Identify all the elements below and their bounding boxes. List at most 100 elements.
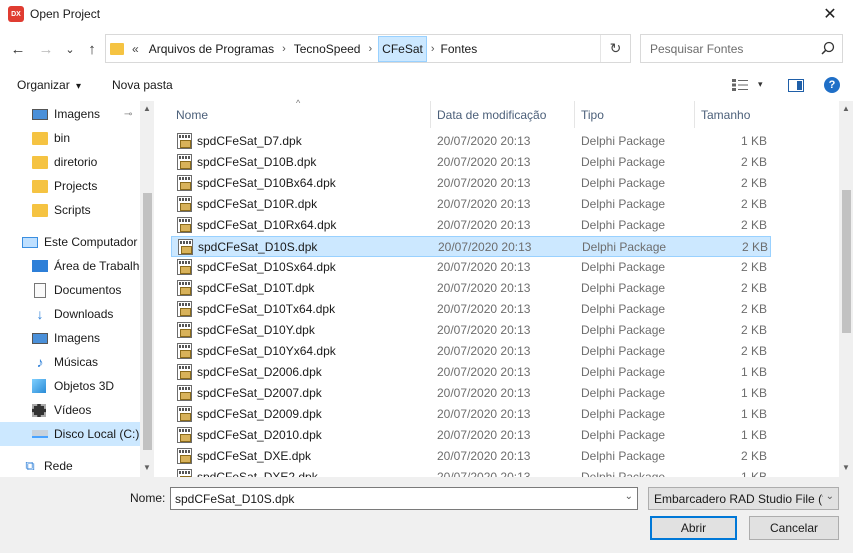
file-type: Delphi Package [581, 407, 666, 421]
sidebar-item-imagens-quick[interactable]: Imagens [32, 102, 100, 126]
file-size: 2 KB [740, 260, 767, 274]
file-type: Delphi Package [581, 323, 666, 337]
file-row[interactable]: spdCFeSat_D2010.dpk 20/07/2020 20:13 Delph… [171, 425, 771, 446]
address-bar[interactable]: « Arquivos de Programas › TecnoSpeed › C… [105, 34, 631, 63]
file-name: spdCFeSat_D10S.dpk [198, 240, 318, 254]
filetype-value: Embarcadero RAD Studio File (* [654, 491, 827, 506]
file-type: Delphi Package [581, 344, 666, 358]
file-row[interactable]: spdCFeSat_D10Rx64.dpk 20/07/2020 20:13 Del… [171, 215, 771, 236]
chevron-down-icon[interactable]: ⌄ [625, 491, 633, 502]
scroll-down-arrow-icon[interactable]: ▼ [143, 463, 151, 472]
help-icon[interactable]: ? [824, 77, 840, 93]
scroll-down-arrow-icon[interactable]: ▼ [842, 463, 850, 472]
open-button[interactable]: Abrir [650, 516, 737, 540]
filetype-select[interactable]: Embarcadero RAD Studio File (* ⌄ [648, 487, 839, 510]
recent-locations-icon[interactable]: ⌄ [61, 40, 79, 58]
breadcrumb-separator[interactable]: › [282, 43, 286, 55]
sidebar-item-documentos[interactable]: Documentos [32, 278, 121, 302]
sidebar-item-scripts[interactable]: Scripts [32, 198, 91, 222]
close-button[interactable]: ✕ [807, 0, 853, 28]
file-size: 2 KB [741, 240, 768, 254]
organize-button[interactable]: Organizar ▾ [17, 78, 81, 92]
file-type: Delphi Package [581, 260, 666, 274]
file-row[interactable]: spdCFeSat_D10Tx64.dpk 20/07/2020 20:13 Del… [171, 299, 771, 320]
sidebar-item-downloads[interactable]: ↓ Downloads [32, 302, 114, 326]
file-row[interactable]: spdCFeSat_D10Yx64.dpk 20/07/2020 20:13 Del… [171, 341, 771, 362]
filename-input[interactable]: spdCFeSat_D10S.dpk ⌄ [170, 487, 638, 510]
chevron-down-icon: ▾ [76, 81, 82, 92]
file-row[interactable]: spdCFeSat_D10Y.dpk 20/07/2020 20:13 Delphi… [171, 320, 771, 341]
file-row[interactable]: spdCFeSat_D2006.dpk 20/07/2020 20:13 Delph… [171, 362, 771, 383]
pin-icon[interactable]: ⊸ [124, 109, 132, 120]
file-date: 20/07/2020 20:13 [437, 470, 531, 477]
cancel-button[interactable]: Cancelar [749, 516, 839, 540]
breadcrumb-item[interactable]: TecnoSpeed [292, 38, 363, 60]
file-row[interactable]: spdCFeSat_D7.dpk 20/07/2020 20:13 Delphi P… [171, 131, 771, 152]
sidebar-item-videos[interactable]: Vídeos [32, 398, 91, 422]
pictures-icon [32, 108, 48, 120]
refresh-icon[interactable]: ↻ [600, 35, 630, 62]
chevron-down-icon[interactable]: ▾ [758, 79, 763, 90]
sidebar-item-label: Objetos 3D [54, 379, 115, 393]
music-icon: ♪ [36, 354, 44, 370]
file-row[interactable]: spdCFeSat_D10Bx64.dpk 20/07/2020 20:13 Del… [171, 173, 771, 194]
file-row[interactable]: spdCFeSat_D10T.dpk 20/07/2020 20:13 Delphi… [171, 278, 771, 299]
breadcrumb-item[interactable]: CFeSat [378, 35, 427, 62]
file-name: spdCFeSat_DXE.dpk [197, 449, 312, 463]
sidebar-item-area-de-trabalho[interactable]: Área de Trabalho [32, 254, 146, 278]
column-header-type[interactable]: Tipo [575, 101, 695, 128]
sidebar-item-imagens[interactable]: Imagens [32, 326, 100, 350]
file-date: 20/07/2020 20:13 [437, 323, 531, 337]
sidebar-item-disco-local[interactable]: Disco Local (C:) [0, 422, 140, 446]
breadcrumb-item[interactable]: Fontes [439, 38, 480, 60]
breadcrumb-item[interactable]: Arquivos de Programas [147, 38, 276, 60]
delphi-package-icon [177, 322, 192, 338]
file-list-scrollbar-thumb[interactable] [842, 190, 851, 333]
file-row[interactable]: spdCFeSat_D10Sx64.dpk 20/07/2020 20:13 Del… [171, 257, 771, 278]
breadcrumb-overflow[interactable]: « [132, 42, 139, 56]
file-name: spdCFeSat_D2009.dpk [197, 407, 322, 421]
search-icon[interactable] [821, 41, 835, 55]
file-type: Delphi Package [581, 134, 666, 148]
sidebar-item-este-computador[interactable]: Este Computador [22, 230, 137, 254]
sidebar-scrollbar-thumb[interactable] [143, 193, 152, 450]
back-arrow-icon[interactable]: ← [9, 40, 27, 58]
scroll-up-arrow-icon[interactable]: ▲ [143, 104, 151, 113]
file-row[interactable]: spdCFeSat_D2009.dpk 20/07/2020 20:13 Delph… [171, 404, 771, 425]
breadcrumb-separator[interactable]: › [368, 43, 372, 55]
file-size: 2 KB [740, 281, 767, 295]
sidebar-item-label: bin [54, 131, 71, 145]
file-name: spdCFeSat_D10Yx64.dpk [197, 344, 336, 358]
search-input[interactable]: Pesquisar Fontes [640, 34, 843, 63]
breadcrumb-separator[interactable]: › [431, 43, 435, 55]
new-folder-button[interactable]: Nova pasta [112, 78, 173, 92]
sidebar-item-musicas[interactable]: ♪ Músicas [32, 350, 99, 374]
file-date: 20/07/2020 20:13 [437, 197, 531, 211]
sidebar-item-bin[interactable]: bin [32, 126, 70, 150]
file-row[interactable]: spdCFeSat_D10B.dpk 20/07/2020 20:13 Delphi… [171, 152, 771, 173]
column-header-size[interactable]: Tamanho [695, 101, 775, 128]
delphi-package-icon [177, 259, 192, 275]
file-row[interactable]: spdCFeSat_DXE.dpk 20/07/2020 20:13 Delphi … [171, 446, 771, 467]
file-size: 2 KB [740, 155, 767, 169]
preview-pane-icon[interactable] [788, 79, 804, 92]
up-folder-icon[interactable]: ↑ [83, 40, 101, 58]
sidebar-item-label: Rede [44, 459, 73, 473]
sidebar-item-objetos-3d[interactable]: Objetos 3D [32, 374, 114, 398]
file-type: Delphi Package [581, 386, 666, 400]
file-row[interactable]: spdCFeSat_D10S.dpk 20/07/2020 20:13 Delphi… [171, 236, 771, 257]
column-header-date[interactable]: Data de modificação [431, 101, 575, 128]
forward-arrow-icon[interactable]: → [37, 40, 55, 58]
delphi-package-icon [177, 343, 192, 359]
file-row[interactable]: spdCFeSat_D2007.dpk 20/07/2020 20:13 Delph… [171, 383, 771, 404]
file-type: Delphi Package [581, 197, 666, 211]
sidebar-item-diretorio[interactable]: diretorio [32, 150, 97, 174]
scroll-up-arrow-icon[interactable]: ▲ [842, 104, 850, 113]
view-options-icon[interactable] [732, 79, 748, 91]
sidebar-item-rede[interactable]: ⧉ Rede [22, 454, 73, 477]
sidebar-item-projects[interactable]: Projects [32, 174, 97, 198]
file-row[interactable]: spdCFeSat_D10R.dpk 20/07/2020 20:13 Delphi… [171, 194, 771, 215]
column-header-name[interactable]: Nome [170, 101, 431, 128]
file-row[interactable]: spdCFeSat_DXE2.dpk 20/07/2020 20:13 Delphi… [171, 467, 771, 477]
sort-ascending-icon: ^ [296, 98, 301, 108]
